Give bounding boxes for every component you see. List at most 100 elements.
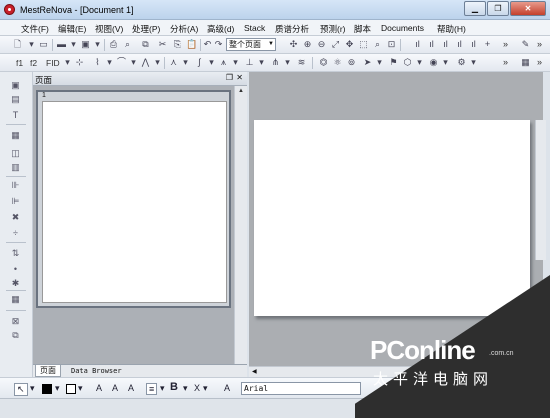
menu-analysis[interactable]: 分析(A): [170, 23, 198, 35]
menu-help[interactable]: 帮助(H): [437, 23, 466, 35]
font-name-input[interactable]: Arial: [241, 382, 361, 395]
menu-predict[interactable]: 预测(r): [320, 23, 346, 35]
fit-dropdown-icon[interactable]: ▾: [282, 57, 293, 68]
bold-button[interactable]: B: [170, 381, 178, 393]
subscript-button[interactable]: X: [194, 383, 200, 393]
copy-icon[interactable]: ⎘: [172, 39, 183, 50]
toolbar2-overflow-icon[interactable]: »: [503, 57, 508, 67]
script-icon[interactable]: ✎: [520, 39, 531, 50]
grid-icon[interactable]: ▦: [10, 130, 21, 141]
scroll-up-icon[interactable]: ▲: [238, 88, 244, 94]
table-view-icon[interactable]: ▦: [520, 57, 531, 68]
color-dropdown-icon[interactable]: ▾: [440, 57, 451, 68]
lines-icon[interactable]: ▤: [10, 94, 21, 105]
graph-icon[interactable]: ▥: [10, 162, 21, 173]
apod-dropdown-icon[interactable]: ▾: [128, 57, 139, 68]
document-page[interactable]: [254, 120, 530, 316]
open-folder-icon[interactable]: ▬: [56, 39, 67, 50]
open-dropdown-icon[interactable]: ▾: [68, 39, 79, 50]
tab-pages[interactable]: 页面: [35, 365, 61, 377]
spectrum-view-1-icon[interactable]: ıl: [412, 39, 423, 50]
menu-view[interactable]: 视图(V): [95, 23, 123, 35]
spectrum-view-4-icon[interactable]: ıl: [454, 39, 465, 50]
redo-icon[interactable]: ↷: [213, 39, 224, 50]
select-icon[interactable]: ▣: [10, 80, 21, 91]
save-icon[interactable]: ▣: [80, 39, 91, 50]
hexagon-dropdown-icon[interactable]: ▾: [414, 57, 425, 68]
print-icon[interactable]: ⎙: [108, 39, 119, 50]
toolbar-overflow-2-icon[interactable]: »: [537, 39, 542, 49]
minimize-button[interactable]: ▁: [464, 1, 486, 16]
pointer-dropdown-icon[interactable]: ▾: [30, 383, 35, 394]
magnify-icon[interactable]: ⌕: [372, 39, 383, 50]
assign-icon[interactable]: ⚛: [332, 57, 343, 68]
peak-dropdown-icon[interactable]: ▾: [180, 57, 191, 68]
divide-icon[interactable]: ÷: [10, 228, 21, 239]
full-spectrum-icon[interactable]: ⬚: [358, 39, 369, 50]
arrow-icon[interactable]: ➤: [362, 57, 373, 68]
baseline-dropdown-icon[interactable]: ▾: [104, 57, 115, 68]
multiplet-dropdown-icon[interactable]: ▾: [230, 57, 241, 68]
layout-icon[interactable]: ⚙: [456, 57, 467, 68]
align-text-icon[interactable]: ≡: [146, 383, 158, 395]
ft-dropdown-icon[interactable]: ▾: [152, 57, 163, 68]
f1-button[interactable]: f1: [16, 58, 23, 68]
crosshair-icon[interactable]: ✣: [288, 39, 299, 50]
page-thumbnail-frame[interactable]: 1: [36, 90, 231, 308]
ft-icon[interactable]: ⋀: [140, 57, 151, 68]
close-button[interactable]: ✕: [510, 1, 546, 16]
molecule-icon[interactable]: ⏣: [318, 57, 329, 68]
crosshair-2-icon[interactable]: +: [482, 39, 493, 50]
color-icon[interactable]: ◉: [428, 57, 439, 68]
baseline-icon[interactable]: ⌇: [92, 57, 103, 68]
fit-peaks-icon[interactable]: ⋔: [270, 57, 281, 68]
zoom-in-icon[interactable]: ⊕: [302, 39, 313, 50]
subscript-dropdown-icon[interactable]: ▾: [203, 383, 208, 394]
float-panel-icon[interactable]: ❐: [226, 73, 233, 82]
mestrenova-logo-icon[interactable]: [4, 4, 15, 15]
new-window-icon[interactable]: ▭: [38, 39, 49, 50]
font-shrink-icon[interactable]: A: [112, 383, 118, 393]
menu-documents[interactable]: Documents: [381, 23, 424, 33]
arrow-dropdown-icon[interactable]: ▾: [374, 57, 385, 68]
zoom-out-icon[interactable]: ⊖: [316, 39, 327, 50]
new-dropdown-icon[interactable]: ▾: [26, 39, 37, 50]
multiplet-icon[interactable]: ⩚: [218, 57, 229, 68]
menu-scripts[interactable]: 脚本: [354, 23, 371, 35]
layout-dropdown-icon[interactable]: ▾: [468, 57, 479, 68]
font-grow-icon[interactable]: A: [96, 383, 102, 393]
chart-icon[interactable]: ◫: [10, 148, 21, 159]
fill-dropdown-icon[interactable]: ▾: [55, 383, 60, 394]
fill-color-icon[interactable]: [42, 384, 52, 394]
verify-icon[interactable]: ⊚: [346, 57, 357, 68]
layers-icon[interactable]: ⧉: [10, 330, 21, 341]
menu-stack[interactable]: Stack: [244, 23, 265, 33]
zoom-select[interactable]: 整个页面 ▼: [226, 38, 276, 51]
reference-icon[interactable]: ⊥: [244, 57, 255, 68]
hexagon-icon[interactable]: ⬡: [402, 57, 413, 68]
menu-process[interactable]: 处理(P): [132, 23, 160, 35]
cut-icon[interactable]: ✂: [157, 39, 168, 50]
point-icon[interactable]: •: [10, 264, 21, 275]
copy-image-icon[interactable]: ⧉: [140, 39, 151, 50]
toolbar-overflow-icon[interactable]: »: [503, 39, 508, 49]
distribute-icon[interactable]: ⊫: [10, 196, 21, 207]
pan-icon[interactable]: ✥: [344, 39, 355, 50]
reference-dropdown-icon[interactable]: ▾: [256, 57, 267, 68]
integrate-icon[interactable]: ∫: [194, 57, 205, 68]
close-box-icon[interactable]: ⊠: [10, 316, 21, 327]
menu-advanced[interactable]: 高级(d): [207, 23, 234, 35]
apodization-icon[interactable]: ⌒: [116, 57, 127, 68]
peak-pick-icon[interactable]: ⋏: [168, 57, 179, 68]
align-icon[interactable]: ⊪: [10, 180, 21, 191]
new-document-icon[interactable]: 🗋: [12, 39, 23, 50]
fid-dropdown-icon[interactable]: ▾: [62, 57, 73, 68]
pin-icon[interactable]: ✱: [10, 278, 21, 289]
fit-icon[interactable]: ⤢: [330, 39, 341, 50]
toolbar2-overflow-2-icon[interactable]: »: [537, 57, 542, 67]
align-dropdown-icon[interactable]: ▾: [160, 383, 165, 394]
save-dropdown-icon[interactable]: ▾: [92, 39, 103, 50]
fid-button[interactable]: FID: [46, 58, 60, 68]
spectrum-view-3-icon[interactable]: ıl: [440, 39, 451, 50]
table-icon[interactable]: ▦: [10, 294, 21, 305]
